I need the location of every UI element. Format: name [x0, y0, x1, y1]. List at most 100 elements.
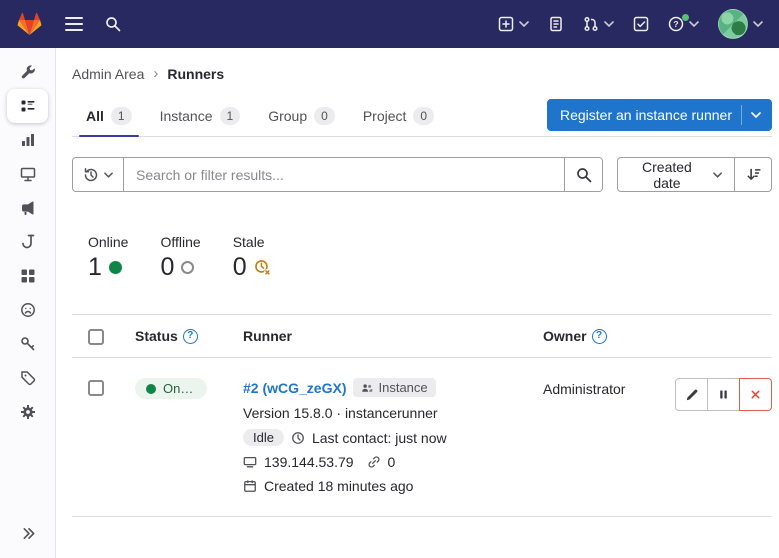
breadcrumb-admin-area[interactable]: Admin Area	[72, 66, 144, 82]
search-icon	[105, 16, 121, 32]
pause-runner-button[interactable]	[707, 378, 740, 411]
stat-value: 0	[160, 253, 174, 282]
select-all-checkbox[interactable]	[88, 329, 104, 345]
bar-chart-icon	[20, 132, 36, 148]
sidebar-item-settings[interactable]	[7, 395, 48, 429]
global-search-button[interactable]	[105, 16, 121, 32]
sort-controls: Created date	[617, 157, 772, 192]
runner-type-tabs: All 1 Instance 1 Group 0 Project 0 Regis…	[72, 95, 772, 137]
key-icon	[20, 336, 36, 352]
breadcrumb-runners: Runners	[167, 66, 224, 82]
register-button-label: Register an instance runner	[560, 107, 732, 123]
user-menu-button[interactable]	[718, 9, 763, 39]
sidebar-item-overview[interactable]	[7, 89, 48, 123]
edit-runner-button[interactable]	[675, 378, 708, 411]
todos-button[interactable]	[633, 16, 649, 32]
stat-value: 1	[88, 253, 102, 282]
search-input[interactable]	[124, 158, 564, 191]
row-actions	[663, 378, 772, 411]
tab-label: Instance	[160, 108, 213, 124]
runner-row: Online #2 (wCG_zeGX) Instance	[72, 358, 772, 517]
sidebar-item-analytics[interactable]	[7, 123, 48, 157]
sidebar-item-system-hooks[interactable]	[7, 225, 48, 259]
ip-address-text: 139.144.53.79	[264, 454, 354, 470]
hook-icon	[20, 234, 36, 250]
gitlab-tanuki-icon	[16, 11, 43, 38]
owner-help-icon[interactable]: ?	[592, 329, 607, 344]
sidebar-item-abuse-reports[interactable]	[7, 293, 48, 327]
topbar: ?	[0, 0, 779, 48]
last-contact-text: Last contact: just now	[312, 430, 447, 446]
history-icon	[83, 167, 99, 183]
sidebar-item-admin-area[interactable]	[7, 55, 48, 89]
sidebar-item-labels[interactable]	[7, 361, 48, 395]
online-dot-icon	[146, 384, 156, 394]
merge-request-icon	[583, 16, 599, 32]
hamburger-menu-button[interactable]	[65, 17, 83, 31]
sort-direction-button[interactable]	[735, 157, 772, 192]
new-menu-button[interactable]	[498, 16, 529, 32]
sidebar-item-deploy-keys[interactable]	[7, 327, 48, 361]
instance-badge-icon	[361, 382, 373, 394]
jobs-count-text: 0	[388, 454, 396, 470]
tab-label: Group	[268, 108, 307, 124]
offline-status-icon	[181, 261, 194, 274]
tab-project[interactable]: Project 0	[349, 95, 448, 136]
gear-icon	[20, 404, 36, 420]
stat-value: 0	[233, 253, 247, 282]
runner-summary-cell: #2 (wCG_zeGX) Instance Version 15.8.0 · …	[243, 378, 543, 494]
main-content: Admin Area › Runners All 1 Instance 1 Gr…	[56, 48, 779, 558]
issues-icon	[548, 16, 564, 32]
owner-name: Administrator	[543, 378, 663, 397]
delete-runner-button[interactable]	[739, 378, 772, 411]
breadcrumb: Admin Area › Runners	[72, 48, 772, 95]
sidebar-expand-button[interactable]	[8, 518, 49, 548]
runner-link[interactable]: #2 (wCG_zeGX)	[243, 380, 346, 396]
grid-apps-icon	[20, 268, 36, 284]
admin-sidebar	[0, 48, 56, 558]
sort-descending-icon	[746, 167, 761, 182]
pencil-icon	[685, 388, 699, 402]
table-header-row: Status ? Runner Owner ?	[72, 314, 772, 358]
tab-label: All	[86, 108, 104, 124]
tab-count-badge: 1	[220, 107, 241, 125]
stat-online: Online 1	[88, 234, 128, 282]
button-divider	[741, 105, 742, 125]
close-x-icon	[749, 388, 762, 401]
wrench-icon	[20, 64, 36, 80]
overview-icon	[20, 98, 36, 114]
label-tag-icon	[20, 370, 36, 386]
register-instance-runner-button[interactable]: Register an instance runner	[547, 99, 772, 131]
chevron-down-icon	[751, 112, 761, 118]
stale-clock-icon	[254, 259, 271, 276]
owner-column-header: Owner	[543, 328, 587, 344]
link-icon	[367, 455, 381, 469]
tab-all[interactable]: All 1	[72, 95, 146, 136]
runner-type-badge: Instance	[353, 378, 435, 397]
status-badge-label: Online	[163, 381, 196, 396]
ip-address-icon	[243, 455, 257, 469]
tab-instance[interactable]: Instance 1	[146, 95, 255, 136]
search-submit-button[interactable]	[564, 158, 602, 191]
tab-group[interactable]: Group 0	[254, 95, 349, 136]
search-history-dropdown[interactable]	[73, 158, 124, 191]
chevron-down-icon	[713, 172, 722, 178]
sidebar-item-monitoring[interactable]	[7, 157, 48, 191]
sidebar-item-applications[interactable]	[7, 259, 48, 293]
notification-dot	[682, 14, 689, 21]
tab-count-badge: 0	[314, 107, 335, 125]
merge-requests-button[interactable]	[583, 16, 614, 32]
help-menu-button[interactable]: ?	[668, 16, 699, 32]
sad-face-icon	[20, 302, 36, 318]
status-help-icon[interactable]: ?	[183, 329, 198, 344]
status-badge: Online	[135, 378, 207, 399]
issues-button[interactable]	[548, 16, 564, 32]
sort-by-dropdown[interactable]: Created date	[617, 157, 735, 192]
tab-count-badge: 1	[111, 107, 132, 125]
sidebar-item-messages[interactable]	[7, 191, 48, 225]
gitlab-logo[interactable]	[16, 11, 43, 38]
row-checkbox[interactable]	[88, 380, 104, 396]
filtered-search	[72, 157, 603, 192]
stat-offline: Offline 0	[160, 234, 200, 282]
svg-text:?: ?	[673, 19, 678, 29]
